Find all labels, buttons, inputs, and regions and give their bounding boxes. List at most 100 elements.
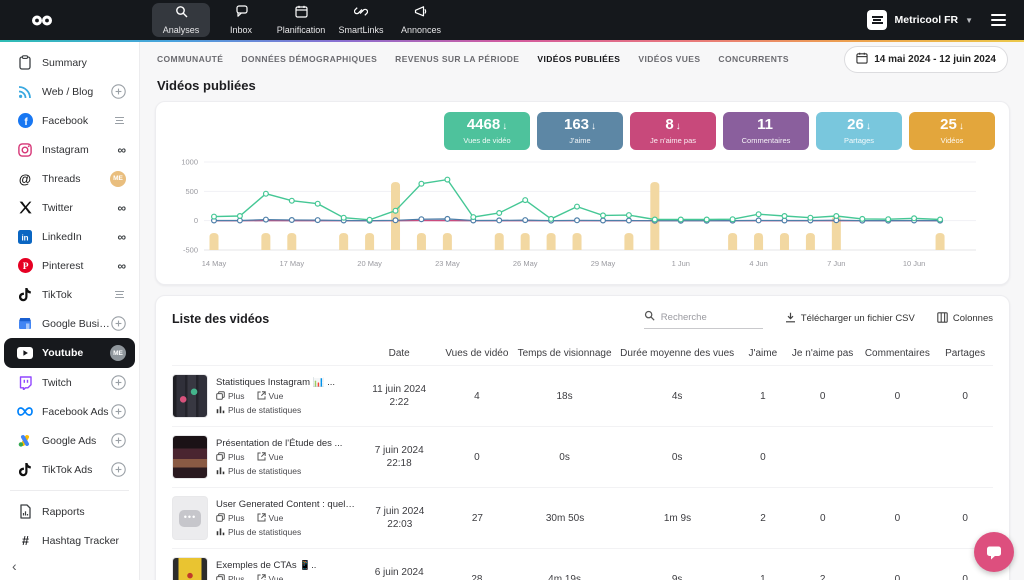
stat-chip-commentaires[interactable]: 11 Commentaires <box>723 112 809 150</box>
sidebar-item-pinterest[interactable]: P Pinterest ∞ <box>4 251 135 280</box>
stat-label: Vidéos <box>909 136 995 145</box>
add-profile-button[interactable] <box>111 433 126 448</box>
tab-revenus-sur-la-p-riode[interactable]: REVENUS SUR LA PÉRIODE <box>395 54 519 64</box>
plus-action[interactable]: Plus <box>216 574 245 580</box>
video-title[interactable]: User Generated Content : quels... <box>216 499 358 510</box>
collapse-sidebar-button[interactable]: ‹ <box>12 558 17 574</box>
video-thumbnail[interactable] <box>172 557 208 580</box>
table-row[interactable]: ••• User Generated Content : quels... Pl… <box>172 487 993 548</box>
plus-action[interactable]: Plus <box>216 452 245 463</box>
main-content: COMMUNAUTÉ DONNÉES DÉMOGRAPHIQUES REVENUS … <box>141 42 1024 580</box>
stat-chip-je-n-aime-pas[interactable]: 8↓ Je n'aime pas <box>630 112 716 150</box>
sidebar-item-summary[interactable]: Summary <box>4 48 135 77</box>
sidebar-item-tiktok[interactable]: TikTok <box>4 280 135 309</box>
trend-down-icon: ↓ <box>502 121 507 132</box>
sidebar-item-tiktok-ads[interactable]: TikTok Ads <box>4 455 135 484</box>
plus-action[interactable]: Plus <box>216 513 245 524</box>
tab-vid-os-publi-es[interactable]: VIDÉOS PUBLIÉES <box>537 54 620 64</box>
columns-button[interactable]: Colonnes <box>937 312 993 326</box>
add-profile-button[interactable] <box>111 375 126 390</box>
add-profile-button[interactable] <box>111 404 126 419</box>
add-profile-button[interactable] <box>111 84 126 99</box>
header-partages[interactable]: Partages <box>937 348 993 359</box>
topnav-analyses[interactable]: Analyses <box>152 3 210 37</box>
brand-badge <box>115 291 126 298</box>
tab-donn-es-d-mographiques[interactable]: DONNÉES DÉMOGRAPHIQUES <box>241 54 377 64</box>
columns-icon <box>937 312 948 326</box>
sidebar-item-rapports[interactable]: Rapports <box>4 497 135 526</box>
sidebar-item-youtube[interactable]: Youtube ME <box>4 338 135 368</box>
video-cell: Statistiques Instagram 📊 ... Plus Vue Pl… <box>172 374 357 418</box>
sidebar-divider <box>10 490 129 491</box>
bar-chart-icon <box>216 405 225 416</box>
chevron-down-icon: ▼ <box>965 16 973 25</box>
sidebar-item-instagram[interactable]: Instagram ∞ <box>4 135 135 164</box>
sidebar-item-google-ads[interactable]: Google Ads <box>4 426 135 455</box>
tab-communaut[interactable]: COMMUNAUTÉ <box>157 54 223 64</box>
view-action[interactable]: Vue <box>257 452 284 463</box>
sidebar-item-facebook[interactable]: f Facebook <box>4 106 135 135</box>
topnav-smartlinks[interactable]: SmartLinks <box>332 3 390 37</box>
video-title[interactable]: Statistiques Instagram 📊 ... <box>216 377 335 388</box>
video-thumbnail[interactable]: ••• <box>172 496 208 540</box>
bar-chart-icon <box>216 527 225 538</box>
header-commentaires[interactable]: Commentaires <box>858 348 938 359</box>
search-input[interactable] <box>659 311 763 324</box>
sidebar-item-threads[interactable]: @ Threads ME <box>4 164 135 193</box>
sidebar-item-twitter[interactable]: Twitter ∞ <box>4 193 135 222</box>
video-title[interactable]: Exemples de CTAs 📱.. <box>216 560 316 571</box>
views-cell: 0 <box>441 452 513 463</box>
tab-vid-os-vues[interactable]: VIDÉOS VUES <box>638 54 700 64</box>
more-stats-action[interactable]: Plus de statistiques <box>216 527 301 538</box>
chat-widget-button[interactable] <box>974 532 1014 572</box>
video-thumbnail[interactable] <box>172 374 208 418</box>
video-thumbnail[interactable] <box>172 435 208 479</box>
comments-cell: 0 <box>858 513 938 524</box>
more-stats-action[interactable]: Plus de statistiques <box>216 466 301 477</box>
linkedin-icon: in <box>16 230 34 244</box>
video-title[interactable]: Présentation de l'Étude des ... <box>216 438 342 449</box>
plus-action[interactable]: Plus <box>216 391 245 402</box>
metricool-logo-icon[interactable] <box>28 13 56 28</box>
metricool-app: Analyses Inbox Planification SmartLinks … <box>0 0 1024 580</box>
stat-chip-vid-os[interactable]: 25↓ Vidéos <box>909 112 995 150</box>
topnav-annonces[interactable]: Annonces <box>392 3 450 37</box>
menu-icon[interactable] <box>987 10 1010 29</box>
add-profile-button[interactable] <box>111 316 126 331</box>
sidebar-item-twitch[interactable]: Twitch <box>4 368 135 397</box>
infinity-badge: ∞ <box>117 260 126 272</box>
tab-concurrents[interactable]: CONCURRENTS <box>718 54 789 64</box>
placeholder-dots: ••• <box>179 510 201 527</box>
account-switcher[interactable]: Metricool FR ▼ <box>867 10 973 30</box>
stat-label: Je n'aime pas <box>630 136 716 145</box>
topnav-planification[interactable]: Planification <box>272 3 330 37</box>
sidebar-item-facebook-ads[interactable]: Facebook Ads <box>4 397 135 426</box>
view-action[interactable]: Vue <box>257 574 284 580</box>
view-action[interactable]: Vue <box>257 513 284 524</box>
table-row[interactable]: Exemples de CTAs 📱.. Plus Vue Plus de st… <box>172 548 993 580</box>
header-date[interactable]: Date <box>357 347 441 360</box>
date-range-picker[interactable]: 14 mai 2024 - 12 juin 2024 <box>844 46 1008 73</box>
likes-cell: 1 <box>738 391 788 402</box>
header-vues-de-vid-o[interactable]: Vues de vidéo <box>441 348 513 359</box>
header-j-aime[interactable]: J'aime <box>738 348 788 359</box>
view-action[interactable]: Vue <box>257 391 284 402</box>
sidebar-item-google-business[interactable]: Google Business ... <box>4 309 135 338</box>
table-row[interactable]: Présentation de l'Étude des ... Plus Vue… <box>172 426 993 487</box>
download-csv-button[interactable]: Télécharger un fichier CSV <box>785 312 915 326</box>
sidebar-item-web-blog[interactable]: Web / Blog <box>4 77 135 106</box>
add-profile-button[interactable] <box>111 462 126 477</box>
header-dur-e-moyenne-des-vues[interactable]: Durée moyenne des vues <box>616 348 738 359</box>
table-row[interactable]: Statistiques Instagram 📊 ... Plus Vue Pl… <box>172 365 993 426</box>
sidebar-item-hashtag-tracker[interactable]: # Hashtag Tracker <box>4 526 135 555</box>
topnav-inbox[interactable]: Inbox <box>212 3 270 37</box>
report-icon <box>16 504 34 519</box>
sidebar-item-linkedin[interactable]: in LinkedIn ∞ <box>4 222 135 251</box>
header-je-n-aime-pas[interactable]: Je n'aime pas <box>788 348 858 359</box>
stat-chip-partages[interactable]: 26↓ Partages <box>816 112 902 150</box>
table-body: Statistiques Instagram 📊 ... Plus Vue Pl… <box>172 365 993 580</box>
header-temps-de-visionnage[interactable]: Temps de visionnage <box>513 348 617 359</box>
stat-chip-vues-de-vid-o[interactable]: 4468↓ Vues de vidéo <box>444 112 530 150</box>
more-stats-action[interactable]: Plus de statistiques <box>216 405 301 416</box>
stat-chip-j-aime[interactable]: 163↓ J'aime <box>537 112 623 150</box>
